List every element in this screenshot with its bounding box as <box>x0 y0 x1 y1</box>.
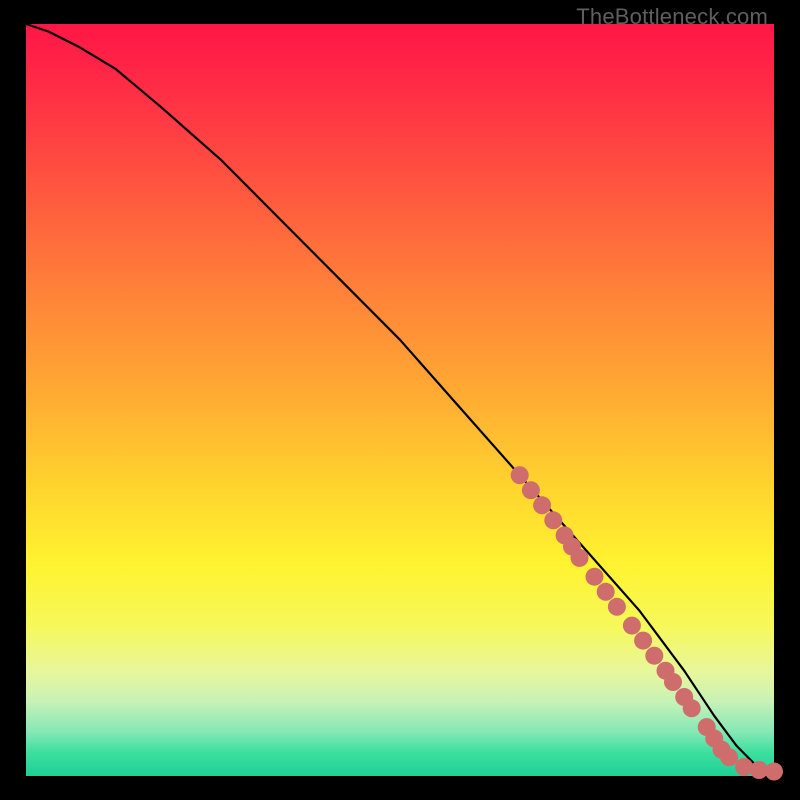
data-marker <box>645 647 663 665</box>
data-marker <box>571 549 589 567</box>
chart-area <box>26 24 774 776</box>
data-marker <box>735 758 753 776</box>
data-marker <box>586 568 604 586</box>
data-marker <box>533 496 551 514</box>
data-marker <box>634 632 652 650</box>
data-marker <box>608 598 626 616</box>
data-marker <box>597 583 615 601</box>
plot-svg <box>26 24 774 776</box>
data-marker <box>544 511 562 529</box>
data-marker <box>683 699 701 717</box>
data-marker <box>720 748 738 766</box>
data-marker <box>664 673 682 691</box>
marker-group <box>511 466 783 780</box>
data-marker <box>765 763 783 781</box>
data-marker <box>623 617 641 635</box>
data-marker <box>511 466 529 484</box>
data-marker <box>522 481 540 499</box>
